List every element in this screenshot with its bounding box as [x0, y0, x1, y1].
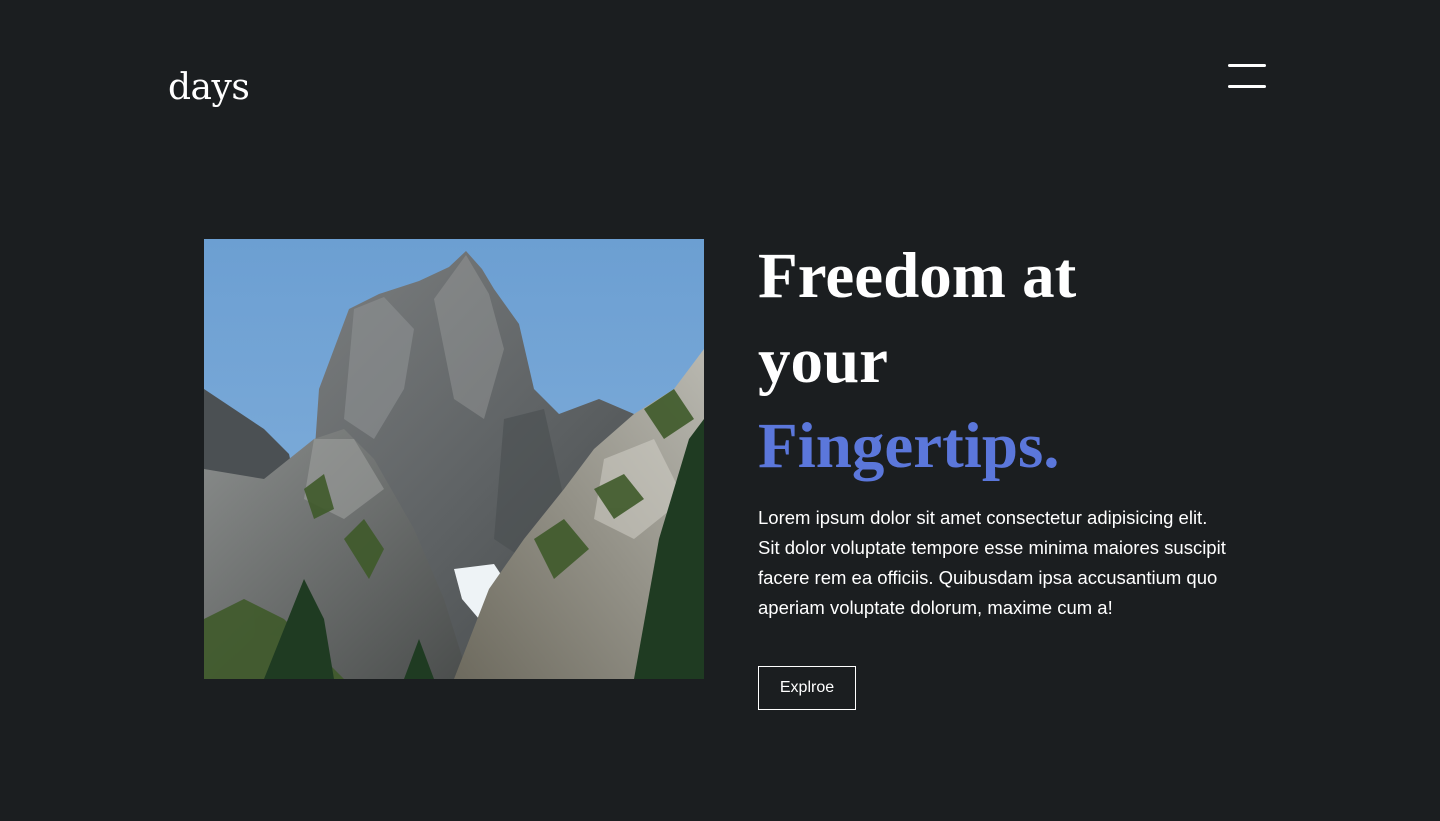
headline-accent-word: Fingertips. — [758, 410, 1060, 482]
hamburger-menu-icon[interactable] — [1228, 64, 1266, 90]
hero-mountain-image — [204, 239, 704, 679]
headline-line-2: your — [758, 325, 888, 397]
site-logo[interactable]: days — [168, 66, 250, 110]
explore-button[interactable]: Explroe — [758, 666, 856, 710]
menu-line-top — [1228, 64, 1266, 67]
menu-line-bottom — [1228, 85, 1266, 88]
hero-description: Lorem ipsum dolor sit amet consectetur a… — [758, 507, 1226, 618]
headline-line-1: Freedom at — [758, 240, 1077, 312]
hero-headline: Freedom at your Fingertips. — [758, 234, 1238, 489]
